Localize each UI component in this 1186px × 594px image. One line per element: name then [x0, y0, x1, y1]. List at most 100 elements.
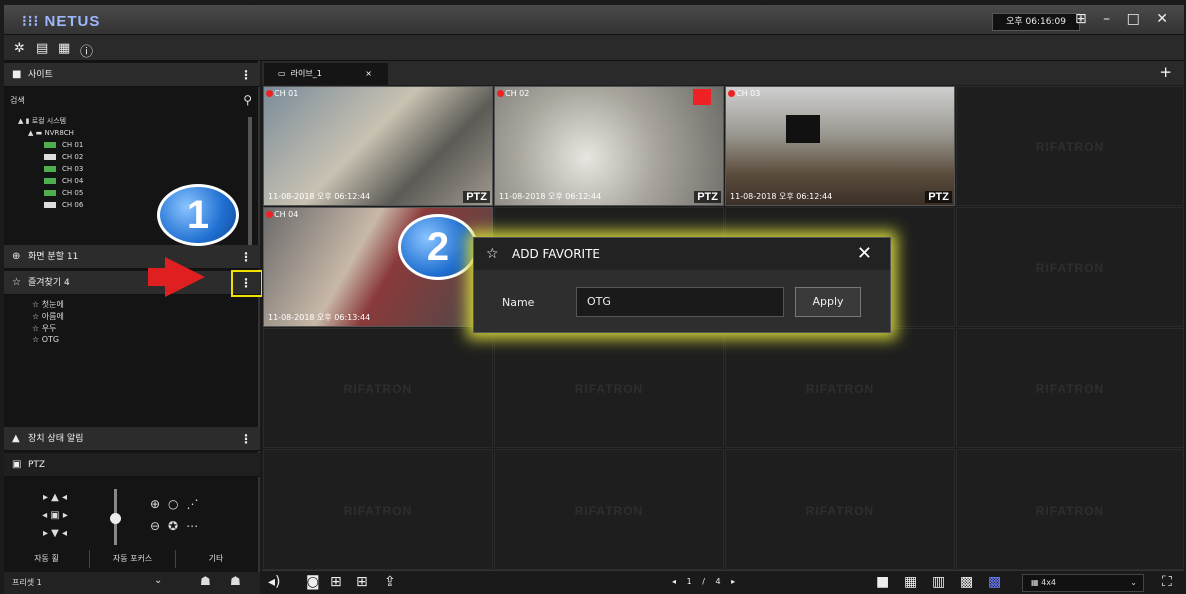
alarm-menu-button[interactable]: ⋮: [240, 427, 252, 451]
favorites-label: 즐겨찾기 4: [28, 278, 70, 288]
favorite-item[interactable]: ☆ OTG: [32, 335, 59, 344]
layout-select[interactable]: ▦ 4x4 ⌄: [1022, 574, 1144, 592]
grid-edit-icon[interactable]: ⊞: [330, 574, 342, 590]
tree-channel[interactable]: CH 02: [18, 151, 83, 163]
tree-channel[interactable]: CH 04: [18, 175, 83, 187]
preset-go-icon[interactable]: ☗: [200, 574, 211, 588]
screen-split-header[interactable]: ⊕ 화면 분할 11 ⋮: [4, 245, 260, 269]
search-bar[interactable]: 검색 ⚲: [10, 93, 254, 111]
empty-tile[interactable]: RIFATRON: [956, 449, 1184, 570]
calendar-icon[interactable]: ▤: [36, 41, 48, 56]
camera-icon: [44, 154, 56, 160]
empty-tile[interactable]: RIFATRON: [263, 449, 493, 570]
ptz-direction-pad[interactable]: ▸ ▲ ◂ ◂ ▣ ▸ ▸ ▼ ◂: [28, 489, 82, 543]
favorites-header[interactable]: ☆ 즐겨찾기 4 ⋮: [4, 271, 260, 295]
app-logo: ⁝⁝⁝ NETUS: [22, 13, 101, 30]
tree-channel[interactable]: CH 03: [18, 163, 83, 175]
site-label: 사이트: [28, 70, 53, 80]
chevron-down-icon[interactable]: ⌄: [154, 575, 162, 586]
apply-button[interactable]: Apply: [795, 287, 861, 317]
site-menu-button[interactable]: ⋮: [240, 63, 252, 87]
tab-label: 라이브_1: [290, 69, 322, 78]
camera-timestamp: 11-08-2018 오후 06:12:44: [499, 192, 602, 201]
empty-tile[interactable]: RIFATRON: [494, 449, 724, 570]
monitor-in-scene: [786, 115, 820, 143]
speaker-icon[interactable]: ◂): [268, 574, 281, 590]
callout-two: 2: [398, 214, 478, 280]
camera-tile[interactable]: CH 03 11-08-2018 오후 06:12:44 PTZ: [725, 86, 955, 206]
title-bar: ⁝⁝⁝ NETUS 오후 06:16:09 ⊞ – □ ✕: [4, 5, 1184, 35]
screen-split-menu-button[interactable]: ⋮: [240, 245, 252, 269]
layout-3x3-icon[interactable]: ▥: [932, 574, 945, 590]
ptz-icon: ▣: [12, 459, 22, 470]
ptz-badge: PTZ: [694, 191, 721, 203]
tab-close-icon[interactable]: ×: [365, 63, 372, 85]
red-arrow-head: [165, 257, 205, 297]
auto-wheel-button[interactable]: 자동 휠: [4, 550, 90, 568]
camera-label: CH 02: [505, 89, 530, 98]
camera-tile[interactable]: CH 01 11-08-2018 오후 06:12:44 PTZ: [263, 86, 493, 206]
tree-channel[interactable]: CH 01: [18, 139, 83, 151]
callout-one: 1: [157, 184, 239, 246]
auto-focus-button[interactable]: 자동 포커스: [90, 550, 176, 568]
add-tab-icon[interactable]: +: [1159, 63, 1172, 81]
camera-icon: [44, 178, 56, 184]
etc-button[interactable]: 기타: [176, 550, 256, 568]
camera-tile[interactable]: CH 02 11-08-2018 오후 06:12:44 PTZ: [494, 86, 724, 206]
screen-split-label: 화면 분할 11: [28, 252, 79, 262]
camera-icon: [44, 202, 56, 208]
dialog-title: ADD FAVORITE: [512, 247, 600, 261]
ptz-label: PTZ: [28, 460, 46, 470]
camera-snapshot-icon[interactable]: ◙: [306, 574, 320, 590]
export-icon[interactable]: ⇪: [384, 574, 396, 590]
tree-scrollbar[interactable]: [248, 117, 252, 247]
layout-2x2-icon[interactable]: ▦: [904, 574, 917, 590]
ptz-zoom-controls[interactable]: ⊕○⋰ ⊖✪⋯: [150, 493, 207, 537]
gear-icon[interactable]: ✲: [14, 41, 25, 56]
grid-add-icon[interactable]: ⊞: [356, 574, 368, 590]
search-label: 검색: [10, 96, 25, 105]
tree-root[interactable]: ▲ ▮ 로컬 시스템: [18, 115, 83, 127]
preset-select[interactable]: 프리셋 1: [12, 577, 42, 588]
camera-label: CH 04: [274, 210, 299, 219]
preset-save-icon[interactable]: ☗: [230, 574, 241, 588]
layout-4x4-icon[interactable]: ▩: [988, 574, 1001, 590]
site-panel-header[interactable]: ■ 사이트 ⋮: [4, 63, 260, 87]
dialog-header: ☆ ADD FAVORITE ✕: [474, 238, 890, 270]
empty-tile[interactable]: RIFATRON: [956, 207, 1184, 327]
favorite-item[interactable]: ☆ 우두: [32, 323, 56, 334]
record-dot-icon: [266, 211, 273, 218]
empty-tile[interactable]: RIFATRON: [725, 328, 955, 448]
camera-label: CH 03: [736, 89, 761, 98]
tree-channel[interactable]: CH 06: [18, 199, 83, 211]
alarm-header[interactable]: ▲ 장치 상태 알림 ⋮: [4, 427, 260, 451]
favorite-item[interactable]: ☆ 아름에: [32, 311, 64, 322]
camera-timestamp: 11-08-2018 오후 06:12:44: [730, 192, 833, 201]
info-icon[interactable]: ⓘ: [80, 41, 93, 60]
favorite-name-input[interactable]: OTG: [576, 287, 784, 317]
empty-tile[interactable]: RIFATRON: [725, 449, 955, 570]
list-icon[interactable]: ▦: [58, 41, 70, 56]
ptz-header: ▣ PTZ: [4, 453, 260, 477]
tree-nvr[interactable]: ▲ ▬ NVR8CH: [18, 127, 83, 139]
tab-live-1[interactable]: ▭ 라이브_1 ×: [264, 63, 388, 85]
fullscreen-icon[interactable]: ⛶: [1162, 574, 1172, 590]
empty-tile[interactable]: RIFATRON: [956, 328, 1184, 448]
record-dot-icon: [728, 90, 735, 97]
bottom-toolbar: ◂) ◙ ⊞ ⊞ ⇪ ◂ 1 / 4 ▸ ■ ▦ ▥ ▩ ▩ ▦ 4x4 ⌄ ⛶: [262, 570, 1184, 594]
empty-tile[interactable]: RIFATRON: [956, 86, 1184, 206]
search-icon[interactable]: ⚲: [243, 93, 252, 107]
layout-4x3-icon[interactable]: ▩: [960, 574, 973, 590]
zoom-slider-handle[interactable]: [110, 513, 121, 524]
ptz-badge: PTZ: [463, 191, 490, 203]
empty-tile[interactable]: RIFATRON: [494, 328, 724, 448]
pagination[interactable]: ◂ 1 / 4 ▸: [672, 577, 735, 586]
tab-bar: ▭ 라이브_1 × +: [262, 61, 1184, 85]
empty-tile[interactable]: RIFATRON: [263, 328, 493, 448]
window-controls[interactable]: ⊞ – □ ✕: [1075, 11, 1174, 27]
layout-1x1-icon[interactable]: ■: [876, 574, 889, 590]
favorite-item[interactable]: ☆ 첫눈에: [32, 299, 64, 310]
camera-label: CH 01: [274, 89, 299, 98]
close-icon[interactable]: ✕: [857, 238, 872, 270]
tree-channel[interactable]: CH 05: [18, 187, 83, 199]
